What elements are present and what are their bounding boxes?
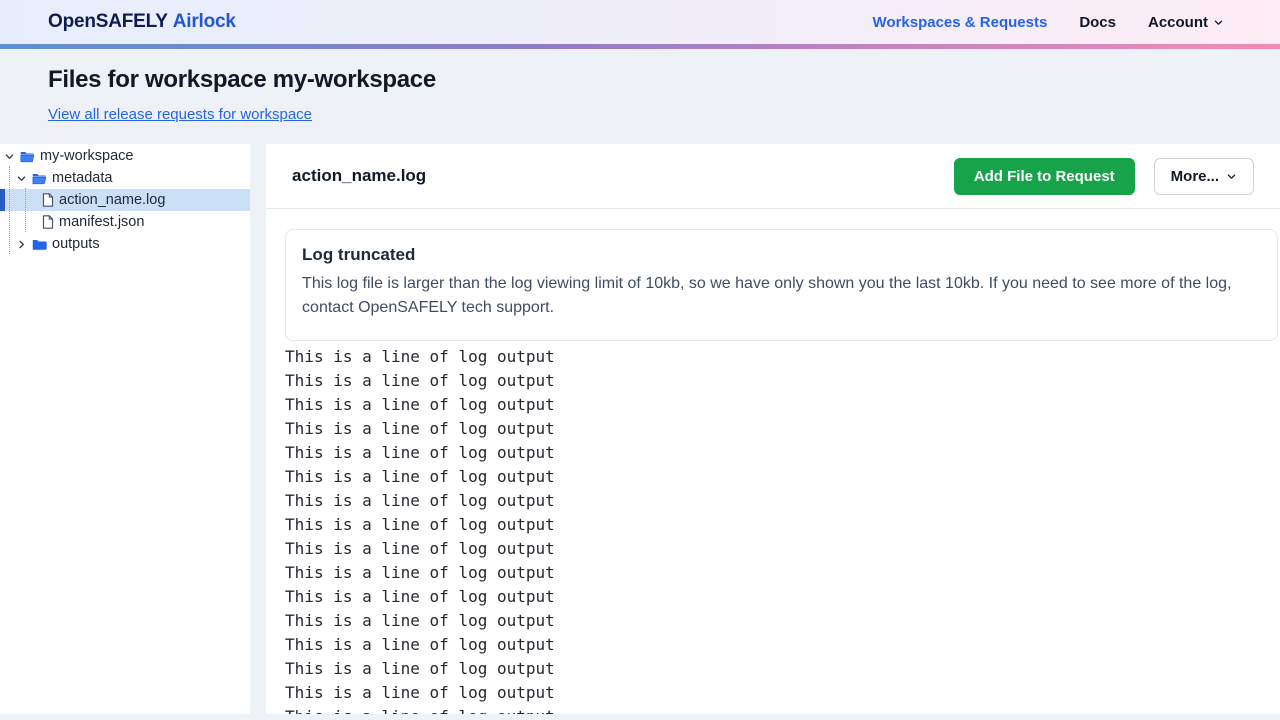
tree-item-label: outputs <box>52 236 100 252</box>
file-header: action_name.log Add File to Request More… <box>266 144 1280 209</box>
file-actions: Add File to Request More... <box>954 158 1254 195</box>
folder-closed-icon <box>32 238 47 251</box>
chevron-down-icon <box>1213 17 1224 28</box>
tree-item-outputs[interactable]: outputs <box>0 233 250 255</box>
tree-item-label: manifest.json <box>59 214 144 230</box>
folder-open-icon <box>20 150 35 163</box>
tree-indent-guide <box>25 188 26 232</box>
notice-title: Log truncated <box>302 245 1261 265</box>
tree-item-label: action_name.log <box>59 192 165 208</box>
app-logo[interactable]: OpenSAFELYAirlock <box>48 11 236 33</box>
tree-item-label: my-workspace <box>40 148 133 164</box>
folder-open-icon <box>32 172 47 185</box>
chevron-down-icon <box>16 173 27 184</box>
logo-primary-text: OpenSAFELY <box>48 11 168 32</box>
navbar: OpenSAFELYAirlock Workspaces & Requests … <box>0 0 1280 44</box>
tree-indent-guide <box>9 166 10 254</box>
more-button-label: More... <box>1171 168 1219 185</box>
add-file-to-request-button[interactable]: Add File to Request <box>954 158 1135 195</box>
file-detail-panel: action_name.log Add File to Request More… <box>266 144 1280 714</box>
page-title: Files for workspace my-workspace <box>48 66 1232 94</box>
log-truncated-notice: Log truncated This log file is larger th… <box>285 229 1278 341</box>
notice-body: This log file is larger than the log vie… <box>302 272 1261 320</box>
nav-link-account[interactable]: Account <box>1148 14 1224 31</box>
more-button[interactable]: More... <box>1154 158 1254 195</box>
nav-link-account-label: Account <box>1148 14 1208 31</box>
tree-item-metadata[interactable]: metadata <box>0 167 250 189</box>
chevron-down-icon <box>1226 171 1237 182</box>
file-tree-sidebar: my-workspace metadata action_name.log <box>0 144 250 714</box>
page-header: Files for workspace my-workspace View al… <box>0 49 1280 144</box>
file-content-area: Log truncated This log file is larger th… <box>266 209 1280 714</box>
nav-link-docs[interactable]: Docs <box>1079 14 1116 31</box>
content: my-workspace metadata action_name.log <box>0 144 1280 714</box>
tree-item-label: metadata <box>52 170 112 186</box>
chevron-right-icon <box>16 239 27 250</box>
logo-secondary-text: Airlock <box>173 11 236 32</box>
view-release-requests-link[interactable]: View all release requests for workspace <box>48 106 312 123</box>
file-tree: my-workspace metadata action_name.log <box>0 144 250 255</box>
file-icon <box>42 215 54 229</box>
chevron-down-icon <box>4 151 15 162</box>
page: OpenSAFELYAirlock Workspaces & Requests … <box>0 0 1280 720</box>
tree-item-manifest-json[interactable]: manifest.json <box>0 211 250 233</box>
file-icon <box>42 193 54 207</box>
log-output: This is a line of log output This is a l… <box>285 345 1280 714</box>
tree-item-my-workspace[interactable]: my-workspace <box>0 145 250 167</box>
nav-links: Workspaces & Requests Docs Account <box>873 14 1224 31</box>
file-title: action_name.log <box>292 166 426 186</box>
nav-link-workspaces-requests[interactable]: Workspaces & Requests <box>873 14 1048 31</box>
tree-item-action-name-log[interactable]: action_name.log <box>0 189 250 211</box>
